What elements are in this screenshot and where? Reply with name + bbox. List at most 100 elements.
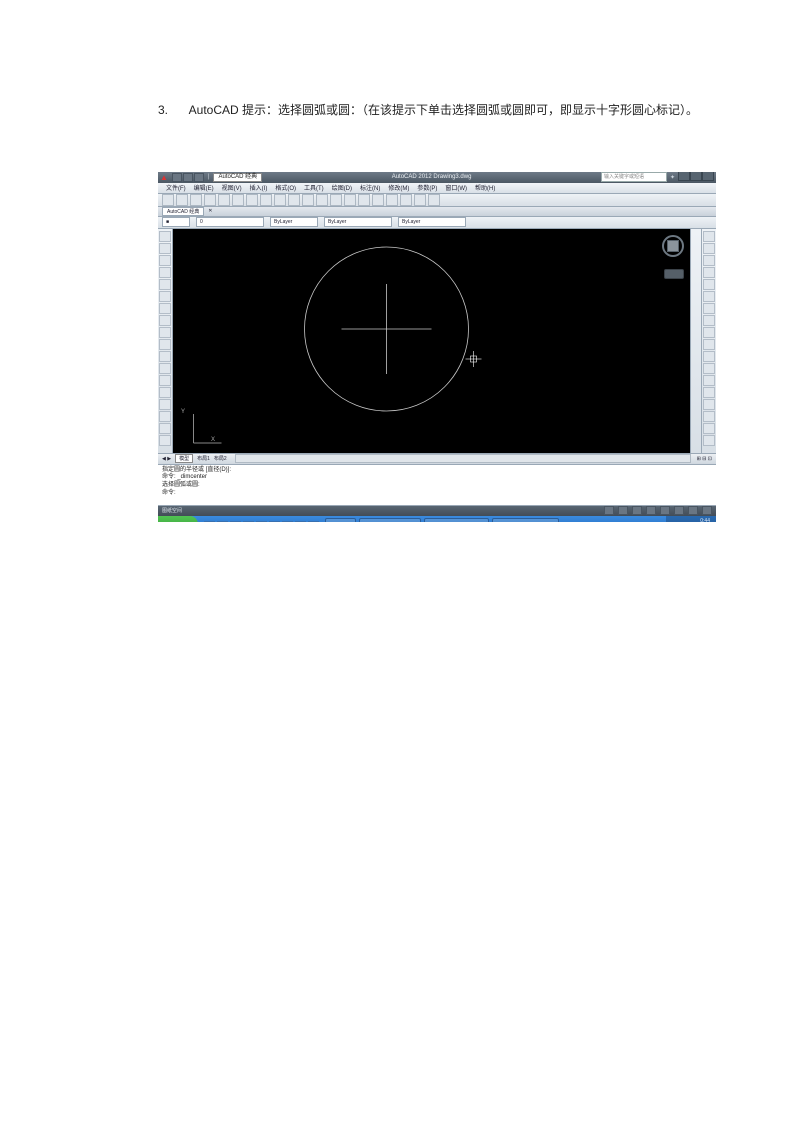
draw-tool-icon[interactable] (159, 291, 171, 302)
task-button[interactable]: 📁cad (325, 518, 356, 522)
status-icon[interactable] (674, 506, 684, 515)
menu-modify[interactable]: 修改(M) (388, 183, 409, 192)
tool-icon[interactable] (162, 194, 174, 206)
color-dropdown[interactable]: ■ (162, 217, 190, 227)
window-buttons[interactable] (678, 172, 714, 184)
ql-icon[interactable] (217, 521, 228, 522)
ql-icon[interactable] (256, 521, 267, 522)
menu-dim[interactable]: 标注(N) (360, 183, 380, 192)
draw-tool-icon[interactable] (159, 303, 171, 314)
draw-tool-icon[interactable] (159, 279, 171, 290)
menu-tools[interactable]: 工具(T) (304, 183, 324, 192)
menu-help[interactable]: 帮助(H) (475, 183, 495, 192)
draw-tool-icon[interactable] (159, 243, 171, 254)
viewcube[interactable] (662, 235, 684, 257)
draw-tool-icon[interactable] (159, 375, 171, 386)
status-icon[interactable] (618, 506, 628, 515)
drawing-canvas[interactable]: Y X (173, 229, 690, 453)
qat-icon[interactable] (172, 173, 182, 182)
tool-icon[interactable] (372, 194, 384, 206)
tool-icon[interactable] (302, 194, 314, 206)
draw-tool-icon[interactable] (159, 255, 171, 266)
draw-tool-icon[interactable] (159, 339, 171, 350)
tab-layout1[interactable]: 布局1 (197, 455, 210, 462)
modify-tool-icon[interactable] (703, 243, 715, 254)
modify-tool-icon[interactable] (703, 387, 715, 398)
plotstyle-dropdown[interactable]: ByLayer (398, 217, 466, 227)
status-icon[interactable] (660, 506, 670, 515)
command-window[interactable]: 指定圆的半径或 [直径(D)]: 命令: _dimcenter 选择圆弧或圆: … (158, 465, 716, 506)
linetype-dropdown[interactable]: ByLayer (270, 217, 318, 227)
status-icon[interactable] (688, 506, 698, 515)
status-icon[interactable] (702, 506, 712, 515)
tool-icon[interactable] (176, 194, 188, 206)
modify-tool-icon[interactable] (703, 303, 715, 314)
tool-icon[interactable] (288, 194, 300, 206)
tool-icon[interactable] (260, 194, 272, 206)
tool-icon[interactable] (386, 194, 398, 206)
tab-model[interactable]: 模型 (175, 454, 193, 463)
draw-tool-icon[interactable] (159, 423, 171, 434)
menu-format[interactable]: 格式(O) (275, 183, 296, 192)
ql-icon[interactable] (308, 521, 319, 522)
horizontal-scrollbar[interactable] (235, 454, 691, 463)
draw-tool-icon[interactable] (159, 411, 171, 422)
tool-icon[interactable] (274, 194, 286, 206)
draw-tool-icon[interactable] (159, 435, 171, 446)
modify-tool-icon[interactable] (703, 375, 715, 386)
draw-tool-icon[interactable] (159, 351, 171, 362)
ql-icon[interactable] (243, 521, 254, 522)
menu-param[interactable]: 参数(P) (417, 183, 437, 192)
task-button[interactable]: Wcad制图基础知识2... (492, 518, 559, 522)
draw-tool-icon[interactable] (159, 363, 171, 374)
modify-tool-icon[interactable] (703, 255, 715, 266)
ql-icon[interactable] (269, 521, 280, 522)
ql-icon[interactable] (204, 521, 215, 522)
draw-tool-icon[interactable] (159, 231, 171, 242)
search-input[interactable]: 输入关键字或短语 (601, 172, 667, 182)
start-button[interactable]: ⊞ 开始 (158, 516, 198, 522)
modify-tool-icon[interactable] (703, 339, 715, 350)
tool-icon[interactable] (428, 194, 440, 206)
tool-icon[interactable] (232, 194, 244, 206)
modify-tool-icon[interactable] (703, 291, 715, 302)
tool-icon[interactable] (358, 194, 370, 206)
modify-tool-icon[interactable] (703, 435, 715, 446)
lineweight-dropdown[interactable]: ByLayer (324, 217, 392, 227)
workspace-dropdown[interactable]: AutoCAD 经典 (213, 173, 262, 182)
status-icon[interactable] (604, 506, 614, 515)
tool-icon[interactable] (204, 194, 216, 206)
ql-icon[interactable] (282, 521, 293, 522)
draw-tool-icon[interactable] (159, 387, 171, 398)
modify-tool-icon[interactable] (703, 231, 715, 242)
tool-icon[interactable] (344, 194, 356, 206)
menu-insert[interactable]: 插入(I) (250, 183, 268, 192)
modify-tool-icon[interactable] (703, 423, 715, 434)
task-button[interactable]: ▲AutoCAD 2012 - [... (424, 518, 489, 522)
ql-icon[interactable] (230, 521, 241, 522)
layer-dropdown[interactable]: 0 (196, 217, 264, 227)
draw-tool-icon[interactable] (159, 315, 171, 326)
draw-tool-icon[interactable] (159, 267, 171, 278)
tool-icon[interactable] (414, 194, 426, 206)
modify-tool-icon[interactable] (703, 327, 715, 338)
status-icon[interactable] (646, 506, 656, 515)
modify-tool-icon[interactable] (703, 351, 715, 362)
tool-icon[interactable] (246, 194, 258, 206)
nav-wheel[interactable] (664, 269, 684, 279)
modify-tool-icon[interactable] (703, 267, 715, 278)
system-tray[interactable]: ◀ 🔊 0:44 星期六 2013-8-10 (666, 516, 716, 522)
tool-icon[interactable] (400, 194, 412, 206)
qat-icon[interactable] (194, 173, 204, 182)
qat-icon[interactable] (183, 173, 193, 182)
tool-icon[interactable] (218, 194, 230, 206)
modify-tool-icon[interactable] (703, 399, 715, 410)
draw-tool-icon[interactable] (159, 327, 171, 338)
modify-tool-icon[interactable] (703, 279, 715, 290)
modify-tool-icon[interactable] (703, 363, 715, 374)
task-button[interactable]: W图形基础知识管理 (359, 518, 421, 522)
status-icon[interactable] (632, 506, 642, 515)
modify-tool-icon[interactable] (703, 411, 715, 422)
tool-icon[interactable] (330, 194, 342, 206)
menu-file[interactable]: 文件(F) (166, 183, 186, 192)
